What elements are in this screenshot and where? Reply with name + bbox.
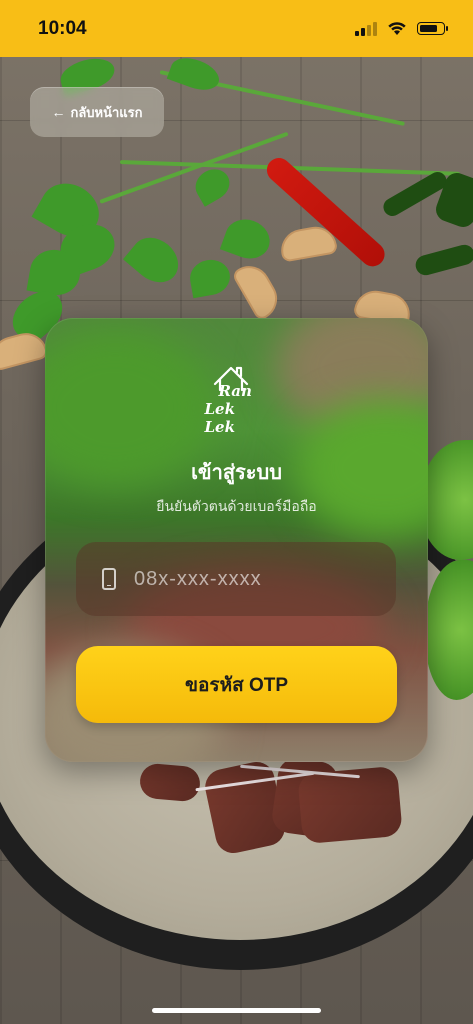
cellular-signal-icon — [355, 21, 377, 36]
phone-icon — [102, 568, 116, 590]
arrow-left-icon: ← — [51, 104, 66, 120]
phone-field[interactable] — [76, 542, 396, 616]
login-subtitle: ยืนยันตัวตนด้วยเบอร์มือถือ — [156, 498, 317, 514]
wifi-icon — [388, 22, 406, 35]
login-title: เข้าสู่ระบบ — [191, 462, 282, 484]
status-bar: 10:04 — [0, 0, 473, 57]
phone-input[interactable] — [132, 566, 356, 592]
back-to-home-button[interactable]: ← กลับหน้าแรก — [30, 87, 164, 137]
request-otp-button[interactable]: ขอรหัส OTP — [76, 646, 397, 723]
status-icons — [355, 21, 448, 36]
logo-text-line2: Lek Lek — [204, 400, 235, 436]
logo-text-line1: Ran — [218, 382, 252, 400]
home-indicator[interactable] — [152, 1008, 321, 1013]
login-card: Ran Lek Lek เข้าสู่ระบบ ยืนยันตัวตนด้วยเ… — [45, 318, 428, 762]
ran-lek-lek-logo: Ran Lek Lek — [205, 364, 269, 436]
back-button-label: กลับหน้าแรก — [70, 104, 143, 120]
status-time: 10:04 — [38, 17, 87, 39]
battery-icon — [417, 22, 448, 35]
